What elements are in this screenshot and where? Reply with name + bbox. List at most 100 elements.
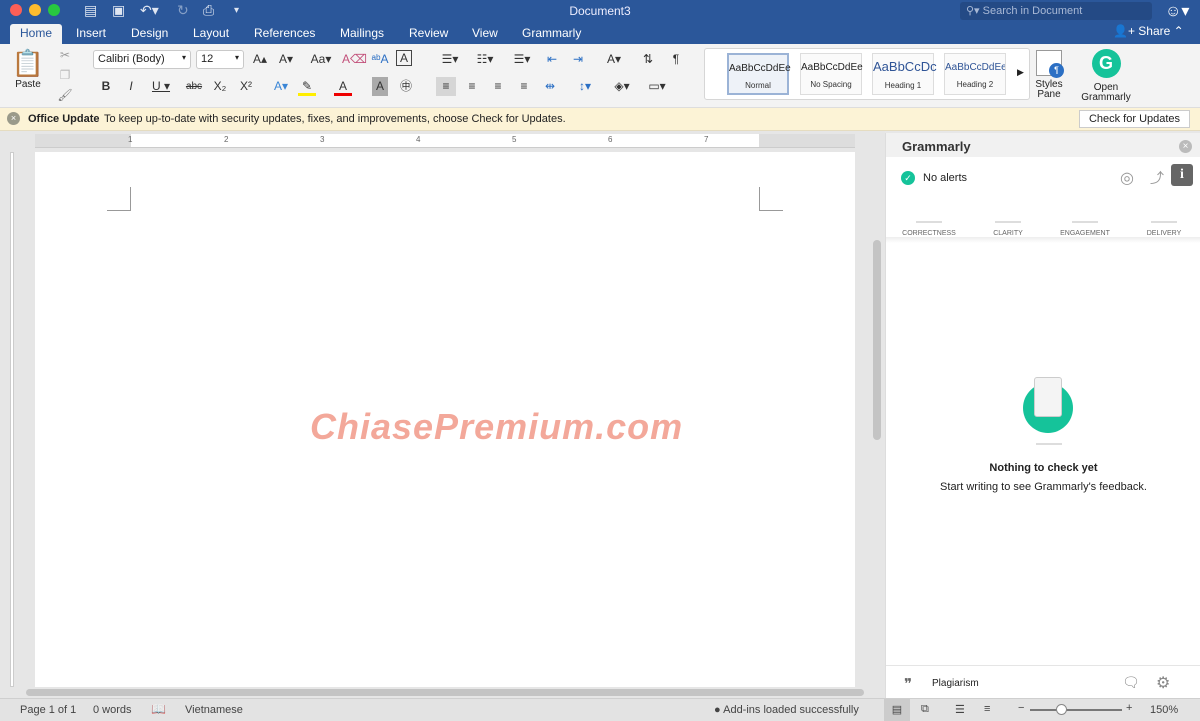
proofing-icon[interactable]: 📖 [151, 702, 166, 716]
zoom-out-icon[interactable]: − [1018, 702, 1024, 714]
borders-icon[interactable]: ▭▾ [642, 77, 672, 96]
style-heading-1[interactable]: AaBbCcDc Heading 1 [872, 53, 937, 95]
category-engagement[interactable]: ENGAGEMENT [1050, 221, 1120, 237]
asian-layout-icon[interactable]: A▾ [600, 50, 628, 69]
collapse-ribbon-icon[interactable]: ⌃ [1174, 24, 1184, 38]
ruler-number: 1 [128, 135, 133, 144]
zoom-in-icon[interactable]: + [1126, 702, 1132, 714]
clear-formatting-icon[interactable]: A⌫ [342, 50, 367, 69]
underline-button[interactable]: U ▾ [147, 77, 175, 96]
vertical-scrollbar[interactable] [873, 240, 881, 440]
character-shading-icon[interactable]: A [372, 77, 388, 96]
search-icon: ⚲▾ [966, 5, 983, 17]
zoom-slider[interactable] [1030, 704, 1122, 715]
font-size-select[interactable]: 12 ▾ [196, 50, 244, 69]
dismiss-update-icon[interactable]: × [7, 112, 20, 125]
align-left-button[interactable]: ≡ [436, 77, 456, 96]
horizontal-scrollbar[interactable] [26, 689, 864, 696]
margin-corner-left [107, 187, 131, 211]
multilevel-list-icon[interactable]: ☰▾ [507, 50, 537, 69]
highlight-icon[interactable]: ✎ [298, 77, 316, 96]
tab-view[interactable]: View [462, 24, 508, 44]
align-center-button[interactable]: ≡ [462, 77, 482, 96]
shading-icon[interactable]: ◈▾ [607, 77, 637, 96]
horizontal-ruler[interactable]: 1 2 3 4 5 6 7 [35, 134, 855, 148]
decrease-indent-icon[interactable]: ⇤ [542, 50, 562, 69]
text-effects-icon[interactable]: A▾ [268, 77, 294, 96]
account-icon[interactable]: ☺▾ [1165, 1, 1189, 21]
print-layout-view-icon[interactable]: ▤ [884, 699, 910, 721]
distributed-button[interactable]: ⇹ [540, 77, 560, 96]
shrink-font-icon[interactable]: A▾ [276, 50, 296, 69]
info-icon[interactable]: i [1171, 164, 1193, 186]
style-no-spacing[interactable]: AaBbCcDdEe No Spacing [800, 53, 863, 95]
tab-home[interactable]: Home [10, 24, 63, 44]
page-count[interactable]: Page 1 of 1 [20, 704, 76, 716]
close-panel-icon[interactable]: × [1179, 140, 1192, 153]
align-right-button[interactable]: ≡ [488, 77, 508, 96]
web-layout-view-icon[interactable]: ⧉ [921, 703, 929, 716]
superscript-button[interactable]: X² [236, 77, 256, 96]
italic-button[interactable]: I [121, 77, 141, 96]
numbering-icon[interactable]: ☷▾ [470, 50, 500, 69]
empty-message: Start writing to see Grammarly's feedbac… [940, 481, 1147, 493]
language[interactable]: Vietnamese [185, 704, 243, 716]
style-heading-2[interactable]: AaBbCcDdEe Heading 2 [944, 53, 1006, 95]
ruler-number: 5 [512, 135, 517, 144]
show-formatting-marks-icon[interactable]: ¶ [666, 50, 686, 69]
style-normal[interactable]: AaBbCcDdEe Normal [727, 53, 791, 95]
bold-button[interactable]: B [96, 77, 116, 96]
document-page[interactable]: ChiasePremium.com [35, 152, 855, 687]
character-border-icon[interactable]: A [396, 50, 412, 66]
copy-icon[interactable]: ❐ [55, 66, 75, 85]
plagiarism-quote-icon[interactable]: ❞ [904, 675, 912, 693]
search-input[interactable]: ⚲▾ Search in Document [960, 2, 1152, 20]
outline-view-icon[interactable]: ☰ [955, 703, 965, 716]
styles-more-arrow-icon[interactable]: ▶ [1017, 67, 1024, 78]
check-for-updates-button[interactable]: Check for Updates [1079, 110, 1190, 128]
feedback-icon[interactable]: 🗨 [1122, 674, 1140, 691]
styles-gallery: AaBbCcDdEe Normal AaBbCcDdEe No Spacing Aa… [704, 48, 1030, 100]
paste-button[interactable]: 📋 Paste [8, 48, 48, 90]
category-correctness[interactable]: CORRECTNESS [894, 221, 964, 237]
settings-gear-icon[interactable]: ⚙ [1156, 673, 1170, 693]
sort-icon[interactable]: ⇅ [638, 50, 658, 69]
ruler-number: 2 [224, 135, 229, 144]
tab-grammarly[interactable]: Grammarly [512, 24, 591, 44]
addins-status: ● Add-ins loaded successfully [714, 704, 859, 716]
font-color-icon[interactable]: A [334, 77, 352, 96]
zoom-level[interactable]: 150% [1150, 704, 1178, 716]
change-case-icon[interactable]: Aa▾ [306, 50, 336, 69]
tab-mailings[interactable]: Mailings [330, 24, 394, 44]
bullets-icon[interactable]: ☰▾ [435, 50, 465, 69]
line-spacing-icon[interactable]: ↕▾ [570, 77, 600, 96]
performance-icon[interactable]: ⤴ [1150, 168, 1164, 188]
subscript-button[interactable]: X₂ [210, 77, 230, 96]
draft-view-icon[interactable]: ≡ [984, 703, 990, 715]
format-painter-icon[interactable]: 🖌 [55, 86, 75, 105]
goals-target-icon[interactable]: ◎ [1120, 168, 1134, 188]
tab-review[interactable]: Review [399, 24, 458, 44]
justify-button[interactable]: ≡ [514, 77, 534, 96]
tab-insert[interactable]: Insert [66, 24, 116, 44]
addins-icon: ● [714, 704, 721, 716]
enclose-characters-icon[interactable]: ㊥ [396, 77, 416, 96]
clipboard-icon: 📋 [11, 48, 45, 78]
strikethrough-button[interactable]: abc [182, 77, 206, 96]
phonetic-guide-icon[interactable]: ᵃᵇA [370, 50, 390, 69]
tab-layout[interactable]: Layout [183, 24, 239, 44]
grow-font-icon[interactable]: A▴ [250, 50, 270, 69]
styles-pane-icon: ¶ [1036, 50, 1064, 78]
category-delivery[interactable]: DELIVERY [1129, 221, 1199, 237]
tab-design[interactable]: Design [121, 24, 178, 44]
category-clarity[interactable]: CLARITY [973, 221, 1043, 237]
tab-references[interactable]: References [244, 24, 325, 44]
word-count[interactable]: 0 words [93, 704, 132, 716]
increase-indent-icon[interactable]: ⇥ [568, 50, 588, 69]
open-grammarly-button[interactable]: G Open Grammarly [1076, 49, 1136, 103]
font-name-select[interactable]: Calibri (Body) ▾ [93, 50, 191, 69]
plagiarism-button[interactable]: Plagiarism [932, 678, 979, 689]
share-button[interactable]: 👤+ Share ⌃ [1113, 24, 1184, 38]
styles-pane-button[interactable]: ¶ Styles Pane [1033, 50, 1065, 100]
cut-icon[interactable]: ✂ [55, 46, 75, 65]
